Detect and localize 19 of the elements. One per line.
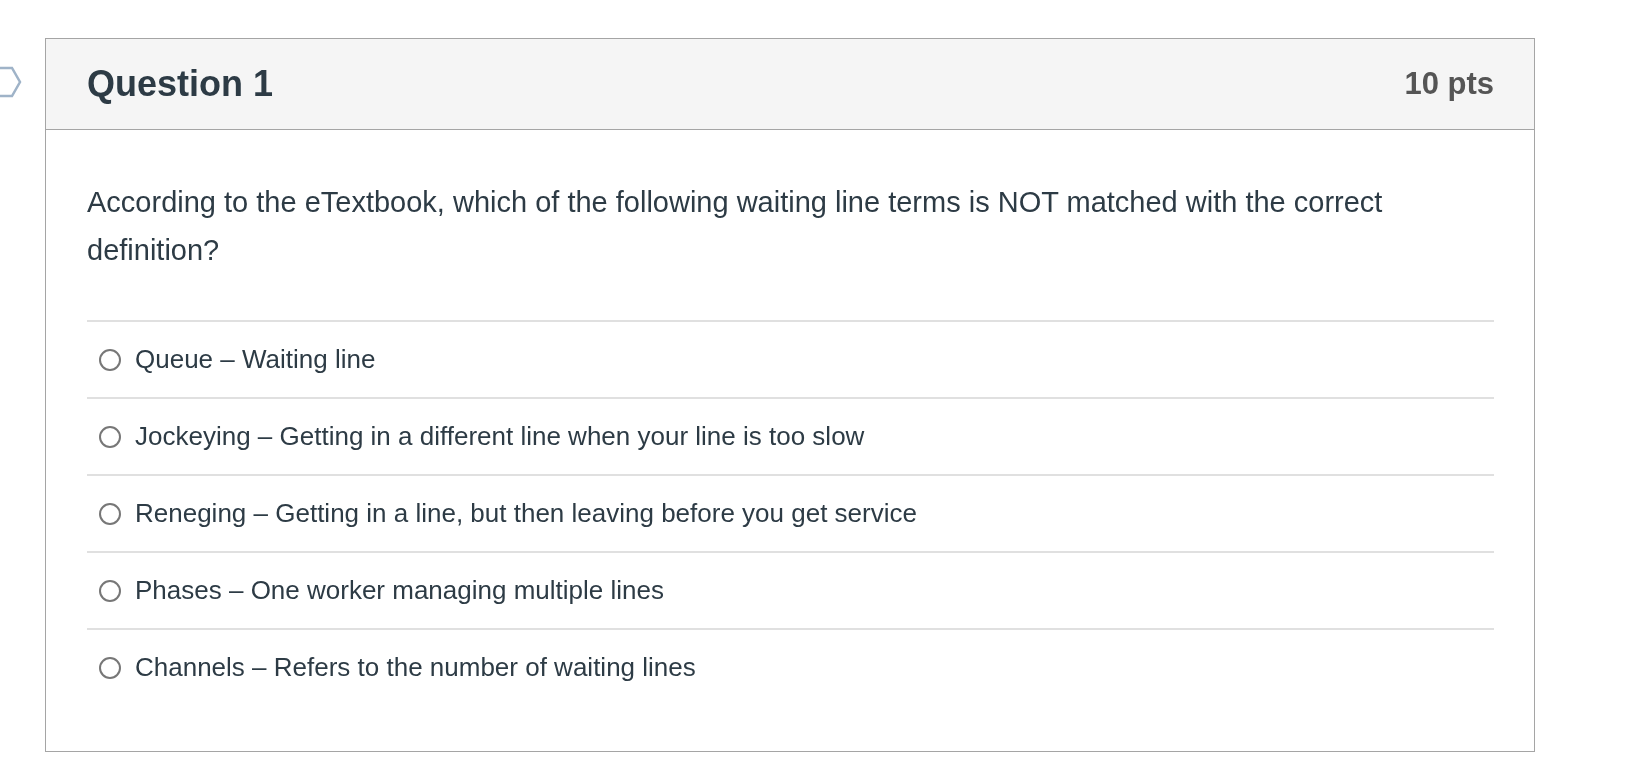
question-title: Question 1: [87, 63, 274, 105]
answer-option[interactable]: Channels – Refers to the number of waiting lines: [87, 628, 1494, 705]
answer-label: Reneging – Getting in a line, but then leaving before you get service: [135, 498, 917, 529]
radio-button[interactable]: [99, 656, 121, 679]
question-text: According to the eTextbook, which of the following waiting line terms is NOT matched with the correct definition?: [87, 185, 1384, 268]
answer-option[interactable]: Jockeying – Getting in a different line when your line is too slow: [87, 397, 1494, 474]
radio-button[interactable]: [99, 579, 121, 602]
radio-button[interactable]: [99, 425, 121, 448]
flag-icon: [0, 66, 22, 98]
answer-option[interactable]: Reneging – Getting in a line, but then leaving before you get service: [87, 474, 1494, 551]
answer-option[interactable]: Queue – Waiting line: [87, 320, 1494, 397]
answer-label: Queue – Waiting line: [135, 344, 376, 375]
answer-label: Channels – Refers to the number of waiting lines: [135, 652, 696, 683]
answer-option[interactable]: Phases – One worker managing multiple lines: [87, 551, 1494, 628]
answer-label: Jockeying – Getting in a different line when your line is too slow: [135, 421, 865, 452]
answer-label: Phases – One worker managing multiple lines: [135, 575, 664, 606]
radio-button[interactable]: [99, 348, 121, 371]
radio-button[interactable]: [99, 502, 121, 525]
points-label: 10 pts: [1404, 66, 1494, 102]
